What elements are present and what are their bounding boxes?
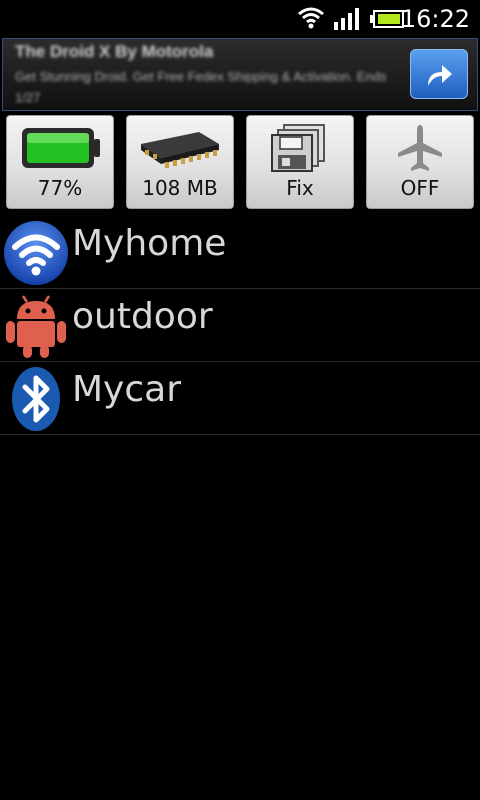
airplane-mode-button[interactable]: OFF [366, 115, 474, 209]
profile-item-myhome[interactable]: Myhome [0, 216, 480, 289]
battery-icon [370, 10, 404, 28]
battery-icon [22, 128, 100, 168]
floppy-disk-icon [271, 124, 325, 172]
wifi-icon [4, 221, 68, 285]
profile-label: outdoor [72, 296, 213, 337]
memory-chip-icon [141, 132, 219, 168]
ad-title: The Droid X By Motorola [15, 42, 214, 61]
share-arrow-icon [428, 65, 452, 86]
profile-item-outdoor[interactable]: outdoor [0, 289, 480, 362]
airplane-mode-label: OFF [400, 176, 440, 200]
ad-banner[interactable]: The Droid X By Motorola Get Stunning Dro… [2, 38, 478, 111]
wifi-signal-icon [298, 7, 324, 29]
memory-label: 108 MB [142, 176, 218, 200]
fix-button[interactable]: Fix [246, 115, 354, 209]
profile-label: Myhome [72, 223, 227, 264]
cell-signal-icon [334, 8, 359, 30]
profile-list: Myhome outdoor Mycar [0, 216, 480, 435]
quick-toolbar: 77% 108 MB Fix OFF [0, 114, 480, 212]
battery-button[interactable]: 77% [6, 115, 114, 209]
status-bar: 16:22 [0, 0, 480, 38]
android-icon [6, 295, 66, 358]
memory-button[interactable]: 108 MB [126, 115, 234, 209]
profile-item-mycar[interactable]: Mycar [0, 362, 480, 435]
fix-label: Fix [286, 176, 314, 200]
profile-label: Mycar [72, 369, 182, 410]
clock: 16:22 [400, 5, 470, 33]
battery-label: 77% [37, 176, 83, 200]
airplane-icon [398, 125, 442, 171]
bluetooth-icon [12, 367, 60, 431]
ad-description: Get Stunning Droid. Get Free Fedex Shipp… [15, 69, 387, 105]
ad-action-button[interactable] [410, 49, 468, 99]
